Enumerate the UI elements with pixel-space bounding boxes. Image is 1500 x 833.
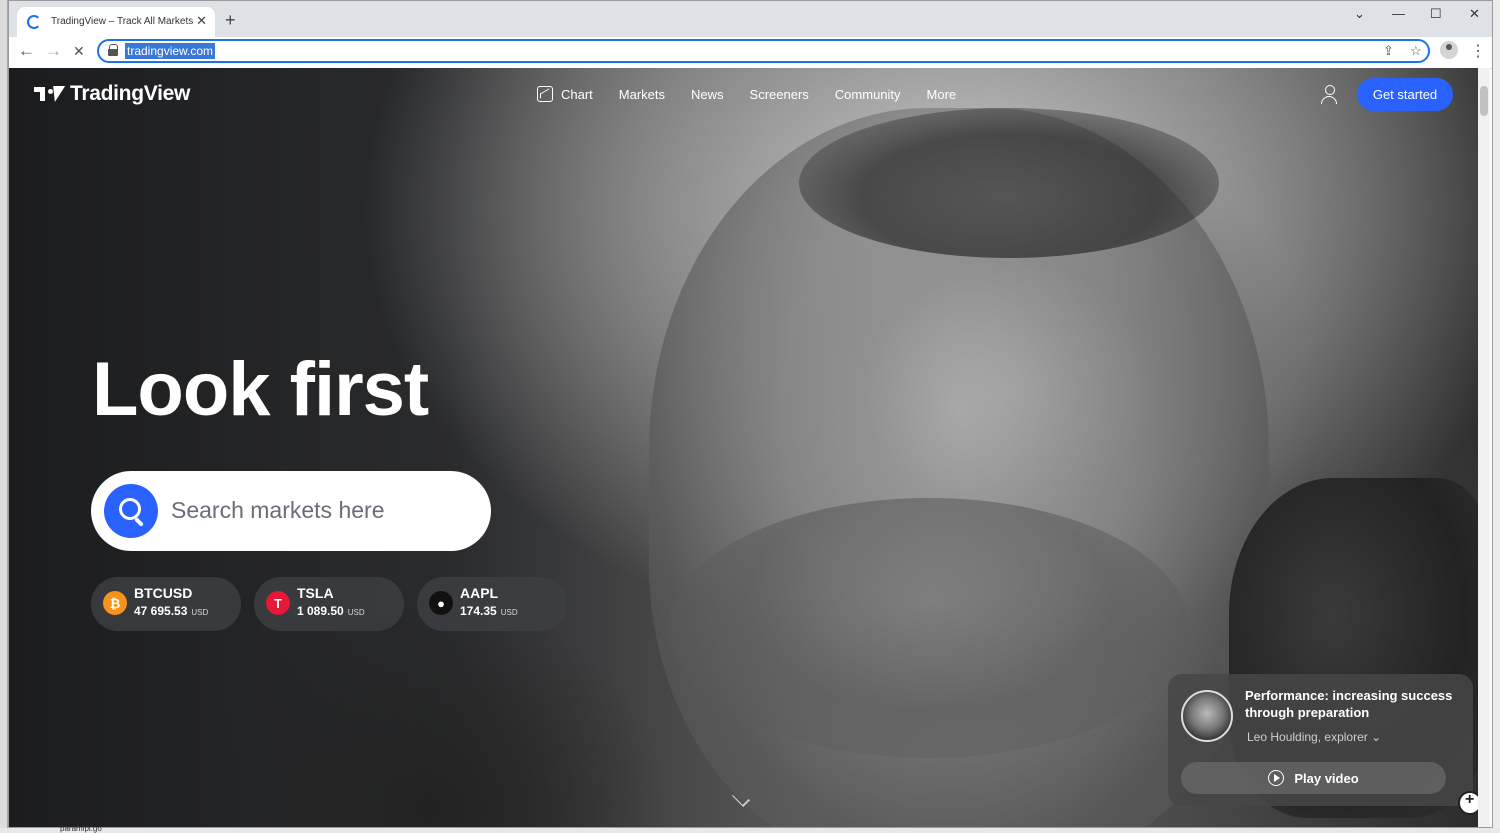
browser-toolbar: ← → ✕ tradingview.com ⇪ ☆ ⋮ — [9, 37, 1492, 69]
video-card: Performance: increasing success through … — [1168, 674, 1473, 806]
close-window-button[interactable]: ✕ — [1469, 6, 1480, 22]
nav-chart[interactable]: Chart — [537, 86, 593, 102]
logo-text: TradingView — [70, 82, 191, 105]
video-title: Performance: increasing success through … — [1245, 688, 1453, 720]
user-icon[interactable] — [1320, 85, 1338, 105]
stop-loading-button[interactable]: ✕ — [73, 43, 85, 60]
main-nav: Chart Markets News Screeners Community M… — [537, 86, 982, 102]
speaker-avatar — [1181, 690, 1233, 742]
chart-icon — [537, 86, 553, 102]
chevron-down-icon: ⌄ — [1371, 730, 1382, 744]
market-search-input[interactable]: Search markets here — [91, 471, 491, 551]
tab-close-icon[interactable]: ✕ — [196, 13, 207, 29]
url-text[interactable]: tradingview.com — [125, 43, 216, 59]
address-bar[interactable]: tradingview.com ⇪ ☆ — [97, 39, 1430, 63]
search-icon[interactable] — [104, 484, 158, 538]
video-subtitle[interactable]: Leo Houlding, explorer ⌄ — [1247, 730, 1381, 744]
minimize-button[interactable]: — — [1392, 6, 1405, 21]
play-icon — [1268, 770, 1285, 786]
tradingview-logo-icon — [34, 85, 66, 103]
nav-more[interactable]: More — [927, 87, 957, 102]
hero-title: Look first — [92, 347, 429, 432]
tesla-icon: T — [266, 591, 290, 615]
bitcoin-icon: ₿ — [103, 591, 127, 615]
ticker-chip-tsla[interactable]: T TSLA 1 089.50 USD — [254, 577, 404, 631]
nav-screeners[interactable]: Screeners — [750, 87, 809, 102]
nav-community[interactable]: Community — [835, 87, 901, 102]
ticker-chip-aapl[interactable]: ● AAPL 174.35 USD — [417, 577, 567, 631]
get-started-button[interactable]: Get started — [1357, 78, 1453, 111]
zoom-in-icon[interactable] — [1458, 791, 1479, 815]
tradingview-logo[interactable]: TradingView — [34, 82, 190, 106]
browser-tab[interactable]: TradingView – Track All Markets ✕ — [17, 7, 215, 37]
desktop-left-strip — [0, 0, 8, 833]
tab-strip: TradingView – Track All Markets ✕ + ⌄ — … — [9, 1, 1492, 37]
share-icon[interactable]: ⇪ — [1383, 43, 1394, 59]
tab-title: TradingView – Track All Markets — [51, 16, 194, 27]
bookmark-star-icon[interactable]: ☆ — [1410, 43, 1422, 59]
nav-markets[interactable]: Markets — [619, 87, 665, 102]
nav-news[interactable]: News — [691, 87, 724, 102]
browser-window: TradingView – Track All Markets ✕ + ⌄ — … — [8, 0, 1493, 828]
apple-icon: ● — [429, 591, 453, 615]
site-header: TradingView Chart Markets News Screeners… — [9, 68, 1479, 122]
maximize-button[interactable]: ☐ — [1430, 6, 1442, 22]
tab-search-icon[interactable]: ⌄ — [1354, 6, 1365, 22]
browser-menu-icon[interactable]: ⋮ — [1470, 41, 1486, 61]
forward-button[interactable]: → — [45, 41, 62, 61]
loading-spinner-icon — [27, 15, 41, 29]
back-button[interactable]: ← — [18, 41, 35, 61]
ticker-chip-btcusd[interactable]: ₿ BTCUSD 47 695.53 USD — [91, 577, 241, 631]
search-placeholder: Search markets here — [171, 497, 385, 523]
profile-avatar-icon[interactable] — [1440, 41, 1458, 59]
new-tab-button[interactable]: + — [225, 10, 236, 31]
taskbar-strip: paramlpi.go — [0, 824, 1500, 833]
play-video-button[interactable]: Play video — [1181, 762, 1446, 794]
page-scrollbar[interactable] — [1478, 68, 1490, 827]
page-viewport: TradingView Chart Markets News Screeners… — [9, 68, 1479, 827]
